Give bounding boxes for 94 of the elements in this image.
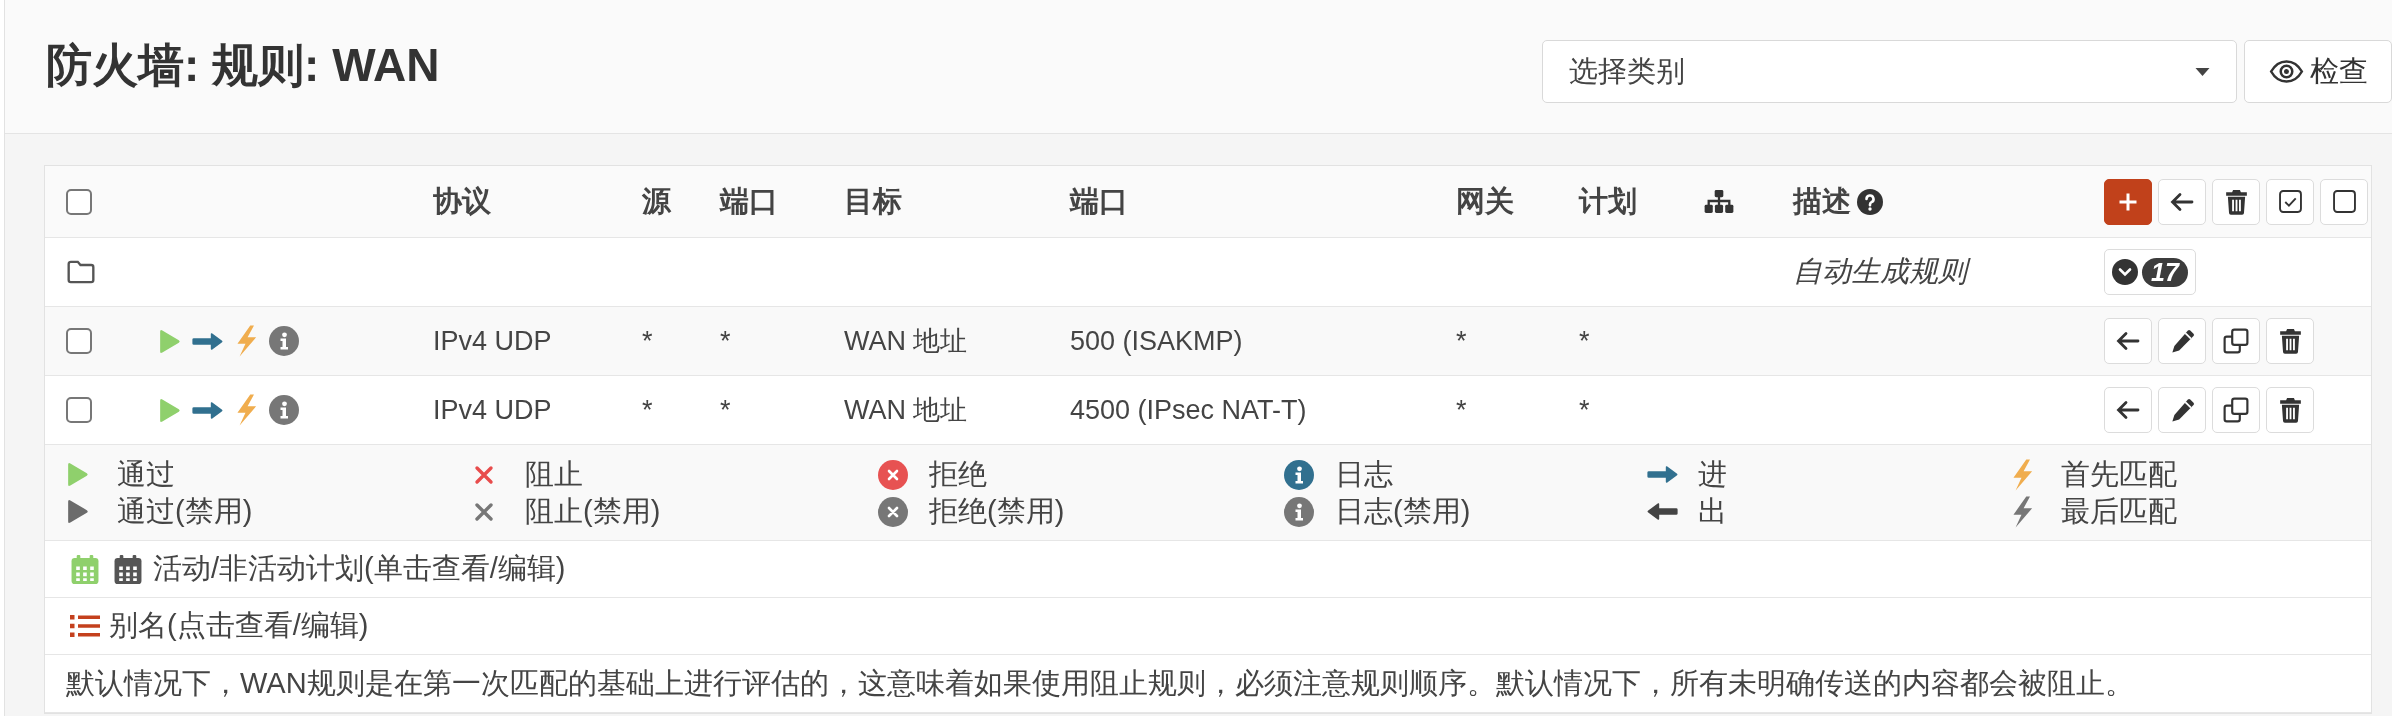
play-icon bbox=[66, 461, 89, 488]
column-heading: 描述 bbox=[1793, 183, 1851, 219]
calendar-icon bbox=[114, 554, 142, 584]
count-badge: 17 bbox=[2142, 257, 2188, 287]
source-address: * bbox=[642, 394, 653, 425]
checked-box-icon bbox=[2278, 190, 2302, 213]
cross-icon bbox=[474, 464, 494, 485]
arrow-left-icon bbox=[1647, 503, 1678, 520]
copy-button[interactable] bbox=[2212, 387, 2260, 433]
arrow-right-icon bbox=[1647, 466, 1678, 483]
cross-circle-icon bbox=[878, 496, 908, 527]
legend-label: 出 bbox=[1698, 493, 1727, 529]
column-heading: 目标 bbox=[844, 183, 902, 219]
destination-address: WAN 地址 bbox=[844, 395, 968, 425]
move-button[interactable] bbox=[2158, 178, 2206, 225]
copy-icon bbox=[2223, 328, 2249, 354]
info-text: 默认情况下，WAN规则是在第一次匹配的基础上进行评估的，这意味着如果使用阻止规则，必须注意规则顺序。默认情况下，所有未明确传送的内容都会被阻止。 bbox=[66, 665, 2134, 701]
column-heading: 源 bbox=[642, 183, 671, 219]
column-heading: 端口 bbox=[720, 183, 778, 219]
sitemap-icon bbox=[1704, 190, 1734, 213]
protocol: IPv4 UDP bbox=[433, 325, 552, 356]
legend-label: 日志(禁用) bbox=[1335, 493, 1471, 529]
category-select[interactable]: 选择类别 bbox=[1542, 40, 2237, 103]
copy-icon bbox=[2223, 397, 2249, 423]
legend-label: 阻止 bbox=[525, 456, 583, 492]
chevron-down-icon bbox=[2112, 259, 2139, 285]
info-icon bbox=[269, 326, 299, 356]
edit-button[interactable] bbox=[2158, 318, 2206, 364]
gateway: * bbox=[1456, 394, 1467, 425]
source-port: * bbox=[720, 394, 731, 425]
page-title: 防火墙: 规则: WAN bbox=[46, 38, 440, 93]
legend-label: 首先匹配 bbox=[2061, 456, 2177, 492]
legend-label: 进 bbox=[1698, 456, 1727, 492]
checkbox[interactable] bbox=[66, 188, 92, 215]
square-icon bbox=[2332, 190, 2356, 213]
folder-icon[interactable] bbox=[66, 259, 96, 285]
help-icon[interactable] bbox=[1857, 188, 1883, 215]
destination-port: 4500 (IPsec NAT-T) bbox=[1070, 394, 1307, 425]
legend-label: 日志 bbox=[1335, 456, 1393, 492]
destination-port: 500 (ISAKMP) bbox=[1070, 325, 1243, 356]
play-icon bbox=[158, 396, 181, 424]
trash-icon bbox=[2278, 397, 2302, 423]
expand-button[interactable]: 17 bbox=[2104, 249, 2196, 295]
protocol: IPv4 UDP bbox=[433, 394, 552, 425]
legend-label: 通过 bbox=[117, 456, 175, 492]
add-button[interactable] bbox=[2104, 178, 2152, 225]
move-button[interactable] bbox=[2104, 387, 2152, 433]
calendar-icon bbox=[71, 554, 99, 584]
legend-label: 最后匹配 bbox=[2061, 493, 2177, 529]
inspect-button[interactable]: 检查 bbox=[2244, 40, 2392, 103]
list-icon bbox=[70, 614, 100, 638]
column-heading: 协议 bbox=[433, 183, 491, 219]
arrow-left-icon bbox=[2116, 331, 2140, 351]
checkbox[interactable] bbox=[66, 328, 92, 354]
checkbox[interactable] bbox=[66, 397, 92, 423]
column-heading: 端口 bbox=[1070, 183, 1128, 219]
cross-icon bbox=[474, 501, 494, 522]
trash-icon bbox=[2278, 328, 2302, 354]
legend-label: 拒绝 bbox=[929, 456, 987, 492]
delete-button[interactable] bbox=[2266, 387, 2314, 433]
check-button[interactable] bbox=[2266, 178, 2314, 225]
legend-label: 拒绝(禁用) bbox=[929, 493, 1065, 529]
play-icon bbox=[66, 498, 89, 525]
schedule-note: 活动/非活动计划(单击查看/编辑) bbox=[153, 551, 566, 586]
edit-button[interactable] bbox=[2158, 387, 2206, 433]
caret-icon bbox=[2195, 67, 2210, 76]
arrow-right-icon bbox=[192, 401, 223, 419]
alias-note: 别名(点击查看/编辑) bbox=[109, 608, 369, 643]
cross-circle-icon bbox=[878, 459, 908, 490]
copy-button[interactable] bbox=[2212, 318, 2260, 364]
arrow-left-icon bbox=[2170, 191, 2194, 212]
info-icon bbox=[1284, 496, 1314, 527]
schedule: * bbox=[1579, 325, 1590, 356]
trash-icon bbox=[2224, 188, 2248, 215]
eye-icon bbox=[2269, 59, 2304, 84]
schedule: * bbox=[1579, 394, 1590, 425]
plus-icon bbox=[2118, 191, 2138, 212]
source-address: * bbox=[642, 325, 653, 356]
play-icon bbox=[158, 327, 181, 355]
source-port: * bbox=[720, 325, 731, 356]
column-heading: 网关 bbox=[1456, 183, 1514, 219]
uncheck-button[interactable] bbox=[2320, 178, 2368, 225]
column-heading: 计划 bbox=[1579, 183, 1637, 219]
destination-address: WAN 地址 bbox=[844, 326, 968, 356]
legend-label: 通过(禁用) bbox=[117, 493, 253, 529]
delete-button[interactable] bbox=[2266, 318, 2314, 364]
gateway: * bbox=[1456, 325, 1467, 356]
info-icon bbox=[269, 395, 299, 425]
legend-label: 阻止(禁用) bbox=[525, 493, 661, 529]
info-icon bbox=[1284, 459, 1314, 490]
move-button[interactable] bbox=[2104, 318, 2152, 364]
delete-button[interactable] bbox=[2212, 178, 2260, 225]
arrow-right-icon bbox=[192, 332, 223, 350]
arrow-left-icon bbox=[2116, 400, 2140, 420]
